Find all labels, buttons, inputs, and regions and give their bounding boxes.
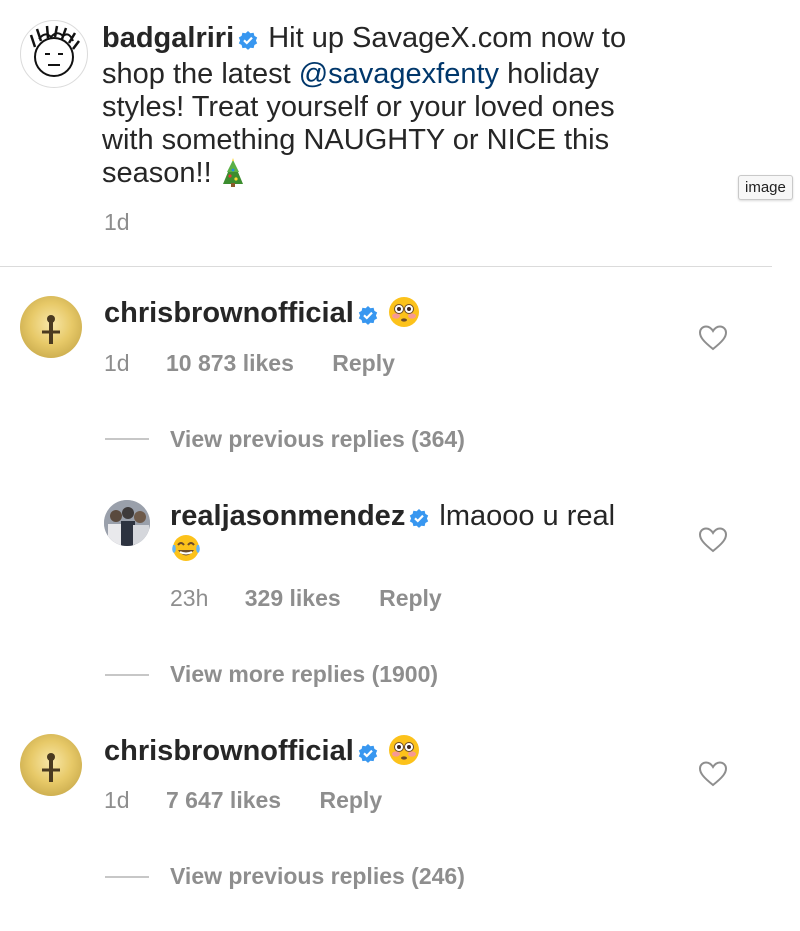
reply-likes-count[interactable]: 329 likes [245, 585, 341, 611]
flushed-face-emoji-icon [388, 734, 420, 774]
group-photo-image [104, 500, 150, 546]
person-silhouette-image [42, 753, 60, 782]
verified-badge-icon [358, 300, 378, 333]
comment-meta: 1d 10 873 likes Reply [104, 350, 395, 377]
reply-meta: 23h 329 likes Reply [170, 585, 442, 612]
reply-author-avatar[interactable] [104, 500, 150, 546]
like-heart-icon[interactable] [698, 526, 728, 554]
comment-author-avatar[interactable] [20, 296, 82, 358]
comment-likes-count[interactable]: 7 647 likes [166, 787, 281, 813]
like-heart-icon[interactable] [698, 760, 728, 788]
reply-text: lmaooo u real [439, 500, 616, 532]
comment-reply-button[interactable]: Reply [332, 350, 395, 376]
caption-mention-link[interactable]: @savagexfenty [299, 58, 499, 90]
comment-body: chrisbrownofficial [104, 296, 420, 336]
comment-meta: 1d 7 647 likes Reply [104, 787, 382, 814]
view-more-replies-button[interactable]: View more replies (1900) [170, 661, 438, 688]
person-silhouette-image [42, 315, 60, 344]
comment-likes-count[interactable]: 10 873 likes [166, 350, 294, 376]
post-author-avatar[interactable] [20, 20, 88, 88]
comment-author-avatar[interactable] [20, 734, 82, 796]
comment-username[interactable]: chrisbrownofficial [104, 735, 354, 767]
reply-body: realjasonmendez lmaooo u real [170, 500, 615, 536]
verified-badge-icon [409, 503, 429, 536]
verified-badge-icon [358, 738, 378, 771]
post-author-username[interactable]: badgalriri [102, 22, 234, 54]
comment-timestamp: 1d [104, 787, 130, 813]
post-timestamp: 1d [104, 209, 130, 235]
reply-timestamp: 23h [170, 585, 209, 611]
comment-username[interactable]: chrisbrownofficial [104, 297, 354, 329]
reply-reply-button[interactable]: Reply [379, 585, 442, 611]
christmas-tree-emoji-icon [220, 158, 246, 196]
view-previous-replies-button[interactable]: View previous replies (246) [170, 863, 465, 890]
comment-body: chrisbrownofficial [104, 734, 420, 774]
verified-badge-icon [238, 25, 258, 58]
view-replies-line [105, 438, 149, 440]
sketch-face-avatar-image [29, 25, 80, 77]
tears-of-joy-emoji-icon [170, 533, 202, 568]
flushed-face-emoji-icon [388, 296, 420, 336]
comment-timestamp: 1d [104, 350, 130, 376]
like-heart-icon[interactable] [698, 324, 728, 352]
view-replies-line [105, 674, 149, 676]
image-tooltip: image [738, 175, 793, 200]
post-caption: badgalriri Hit up SavageX.com now to sho… [102, 22, 662, 196]
comment-reply-button[interactable]: Reply [319, 787, 382, 813]
view-previous-replies-button[interactable]: View previous replies (364) [170, 426, 465, 453]
reply-username[interactable]: realjasonmendez [170, 500, 405, 532]
caption-divider [0, 266, 772, 267]
view-replies-line [105, 876, 149, 878]
